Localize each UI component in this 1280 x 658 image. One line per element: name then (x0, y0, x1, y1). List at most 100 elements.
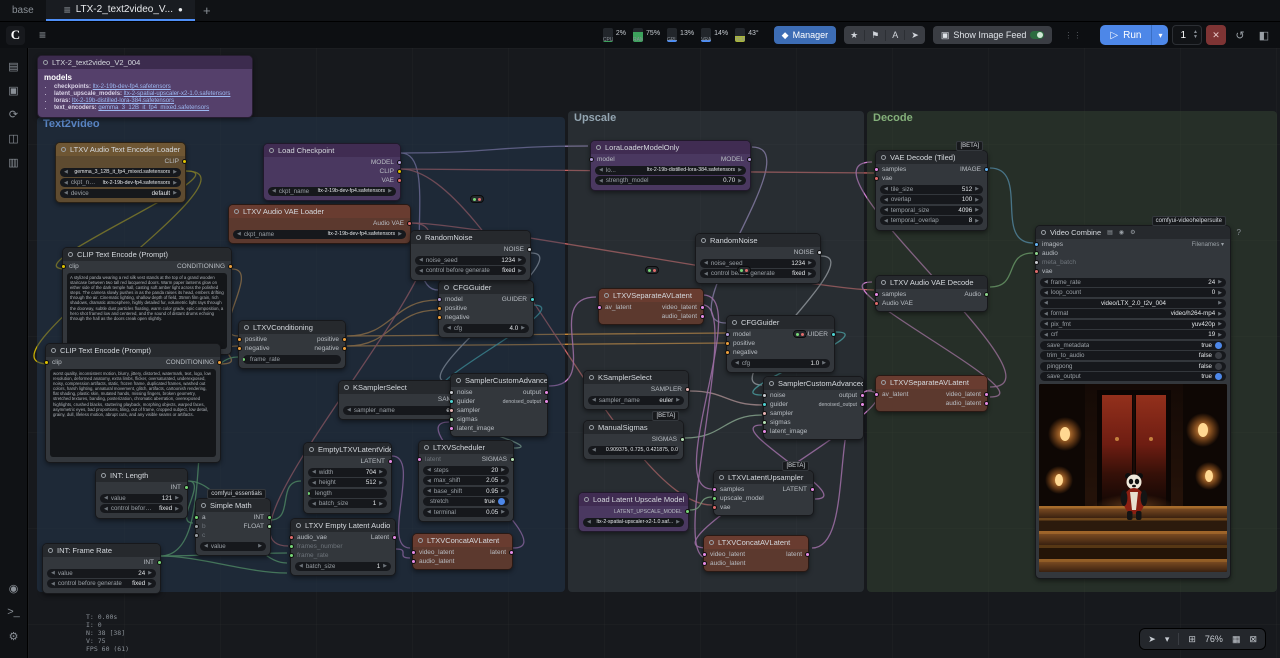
decrement-arrow-icon[interactable]: ◀ (427, 488, 431, 494)
collapse-dot-icon[interactable] (732, 320, 737, 325)
node-llum[interactable]: Load Latent Upscale ModelLATENT_UPSCALE_… (578, 492, 689, 532)
prompt-textarea[interactable]: A stylized panda wearing a red silk vest… (67, 273, 227, 349)
output-port-NOISE[interactable] (817, 250, 822, 255)
increment-arrow-icon[interactable]: ▶ (501, 467, 505, 473)
node-sca2[interactable]: SamplerCustomAdvancednoiseoutputguiderde… (763, 376, 864, 440)
input-port-model[interactable] (437, 297, 442, 302)
node-note[interactable]: LTX-2_text2video_V2_004modelscheckpoints… (37, 55, 253, 118)
widget-strength_model[interactable]: ◀strength_model0.70▶ (595, 176, 746, 185)
toggle-knob[interactable] (498, 498, 505, 505)
decrement-arrow-icon[interactable]: ◀ (1044, 279, 1048, 285)
decrement-arrow-icon[interactable]: ◀ (64, 190, 68, 196)
decrement-arrow-icon[interactable]: ◀ (884, 207, 888, 213)
node-ifr[interactable]: INT: Frame RateINT◀value24▶◀control befo… (42, 543, 161, 594)
output-port-LATENT_UPSCALE_MODEL[interactable] (685, 509, 690, 514)
input-port-audio_latent[interactable] (702, 561, 707, 566)
output-port-negative[interactable] (342, 346, 347, 351)
output-port-positive[interactable] (342, 337, 347, 342)
node-sca1[interactable]: SamplerCustomAdvancednoiseoutputguiderde… (450, 373, 548, 437)
input-port-sampler[interactable] (762, 411, 767, 416)
output-port-INT[interactable] (184, 485, 189, 490)
node-rn2[interactable]: RandomNoiseNOISE◀noise_seed1234▶◀control… (695, 233, 821, 284)
preview-icon[interactable]: ◉ (1119, 229, 1124, 236)
decrement-arrow-icon[interactable]: ◀ (884, 218, 888, 224)
increment-arrow-icon[interactable]: ▶ (173, 180, 177, 186)
node-cneg[interactable]: CLIP Text Encode (Prompt)clipCONDITIONIN… (45, 343, 221, 463)
decrement-arrow-icon[interactable]: ◀ (427, 509, 431, 515)
collapse-dot-icon[interactable] (48, 548, 53, 553)
widget-value[interactable]: ◀gemma_3_12B_it_fp4_mixed.safetensors▶ (60, 168, 181, 177)
decrement-arrow-icon[interactable]: ◀ (104, 495, 108, 501)
input-port-length[interactable] (308, 491, 311, 496)
increment-arrow-icon[interactable]: ▶ (383, 563, 387, 569)
filenames-dropdown[interactable]: Filenames ▾ (1192, 241, 1224, 248)
widget-max_shift[interactable]: ◀max_shift2.05▶ (423, 476, 509, 485)
toggle-knob[interactable] (1215, 373, 1222, 380)
input-port-clip[interactable] (44, 360, 49, 365)
increment-arrow-icon[interactable]: ▶ (808, 260, 812, 266)
widget-lo...[interactable]: ◀lo...ltx-2-19b-distilled-lora-384.safet… (595, 166, 746, 175)
decrement-arrow-icon[interactable]: ◀ (884, 197, 888, 203)
decrement-arrow-icon[interactable]: ◀ (1044, 290, 1048, 296)
collapse-dot-icon[interactable] (604, 293, 609, 298)
output-port-latent[interactable] (805, 552, 810, 557)
collapse-dot-icon[interactable] (589, 425, 594, 430)
widget-overlap[interactable]: ◀overlap100▶ (880, 195, 983, 204)
increment-arrow-icon[interactable]: ▶ (521, 325, 525, 331)
node-ilen[interactable]: INT: LengthINT◀value121▶◀control before … (95, 468, 188, 519)
input-port-vae[interactable] (712, 505, 717, 510)
zoom-level[interactable]: 76% (1205, 634, 1223, 644)
increment-arrow-icon[interactable]: ▶ (676, 397, 680, 403)
output-port-latent[interactable] (509, 550, 514, 555)
collapse-dot-icon[interactable] (596, 145, 601, 150)
increment-arrow-icon[interactable]: ▶ (379, 469, 383, 475)
increment-arrow-icon[interactable]: ▶ (1218, 332, 1222, 338)
decrement-arrow-icon[interactable]: ◀ (592, 397, 596, 403)
increment-arrow-icon[interactable]: ▶ (1218, 311, 1222, 317)
output-port-audio_latent[interactable] (700, 314, 705, 319)
collapse-dot-icon[interactable] (244, 325, 249, 330)
collapse-dot-icon[interactable] (719, 475, 724, 480)
input-port-sigmas[interactable] (762, 420, 767, 425)
input-port-negative[interactable] (725, 350, 730, 355)
input-port-meta_batch[interactable] (1034, 260, 1039, 265)
node-lora[interactable]: LoraLoaderModelOnlymodelMODEL◀lo...ltx-2… (590, 140, 751, 191)
toggle-knob[interactable] (1215, 342, 1222, 349)
decrement-arrow-icon[interactable]: ◀ (419, 257, 423, 263)
output-port-video_latent[interactable] (700, 305, 705, 310)
node-sep3[interactable]: LTXVSeparateAVLatentav_latentvideo_laten… (875, 375, 988, 412)
widget-frame_rate[interactable]: frame_rate (243, 355, 341, 364)
input-port-positive[interactable] (437, 306, 442, 311)
input-port-frame_rate[interactable] (289, 553, 294, 558)
input-port-noise[interactable] (762, 393, 767, 398)
output-port-VAE[interactable] (397, 178, 402, 183)
widget-format[interactable]: ◀formatvideo/h264-mp4▶ (1040, 309, 1226, 318)
collapse-dot-icon[interactable] (881, 155, 886, 160)
collapse-dot-icon[interactable] (309, 447, 314, 452)
node-cond[interactable]: LTXVConditioningpositivepositivenegative… (238, 320, 346, 369)
reroute-node[interactable] (793, 330, 807, 338)
filmstrip-icon[interactable]: ▤ (1107, 229, 1113, 236)
increment-arrow-icon[interactable]: ▶ (148, 581, 152, 587)
options-gear-icon[interactable]: ⚙ (1130, 229, 1135, 236)
output-port-LATENT[interactable] (388, 459, 393, 464)
widget-cfg[interactable]: ◀cfg4.0▶ (443, 324, 529, 333)
node-cat2[interactable]: LTXVConcatAVLatentvideo_latentlatentaudi… (703, 535, 809, 572)
collapse-dot-icon[interactable] (234, 209, 239, 214)
collapse-dot-icon[interactable] (416, 235, 421, 240)
input-port-sampler[interactable] (449, 408, 454, 413)
increment-arrow-icon[interactable]: ▶ (738, 178, 742, 184)
widget-base_shift[interactable]: ◀base_shift0.95▶ (423, 487, 509, 496)
decrement-arrow-icon[interactable]: ◀ (599, 178, 603, 184)
decrement-arrow-icon[interactable]: ◀ (51, 581, 55, 587)
decrement-arrow-icon[interactable]: ◀ (64, 169, 68, 175)
widget-value[interactable]: ◀value▶ (200, 542, 266, 551)
increment-arrow-icon[interactable]: ▶ (501, 488, 505, 494)
node-vdt[interactable]: [BETA]VAE Decode (Tiled)samplesIMAGEvae◀… (875, 150, 988, 231)
output-port-SIGMAS[interactable] (680, 437, 685, 442)
output-port-Audio[interactable] (984, 292, 989, 297)
model-link[interactable]: ltx-2-19b-distilled-lora-384.safetensors (72, 98, 174, 104)
input-port-samples[interactable] (874, 167, 879, 172)
increment-arrow-icon[interactable]: ▶ (398, 231, 402, 237)
input-port-a[interactable] (194, 515, 199, 520)
